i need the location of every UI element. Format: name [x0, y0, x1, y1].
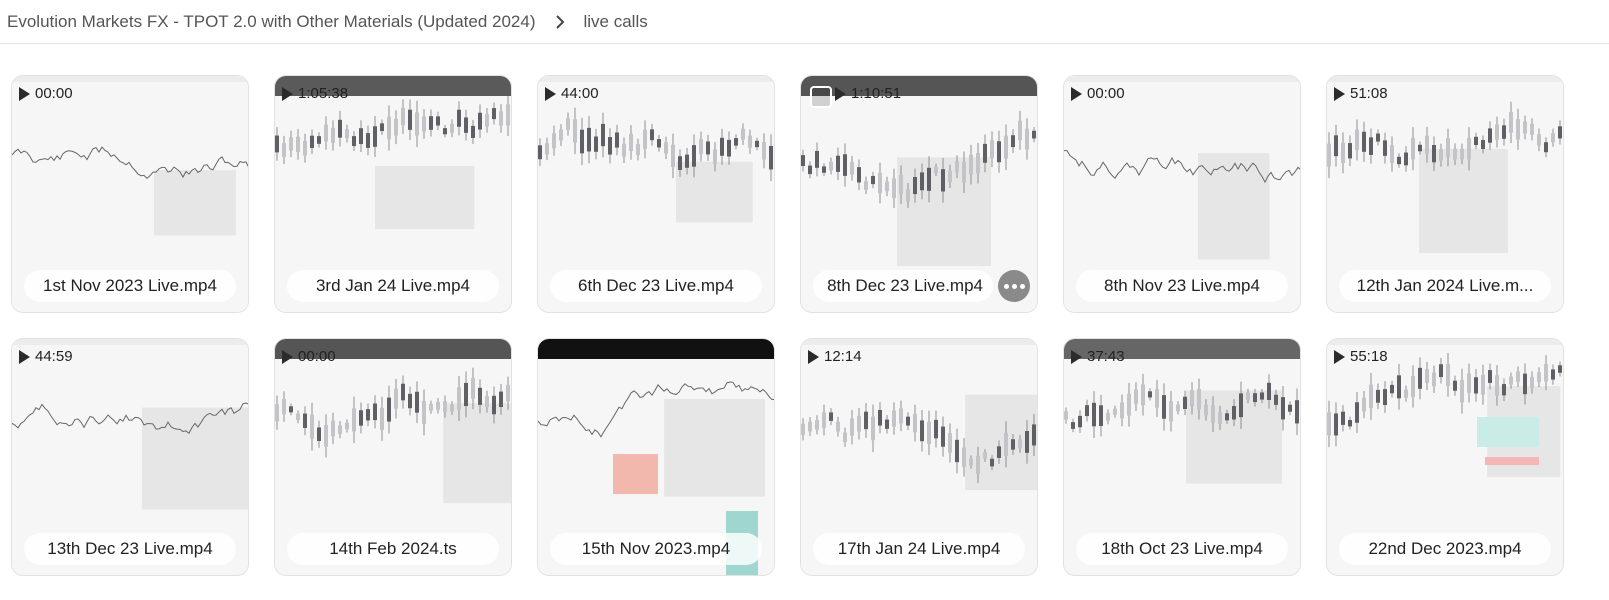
breadcrumb-parent-link[interactable]: Evolution Markets FX - TPOT 2.0 with Oth… [7, 12, 535, 32]
more-dot-icon [1011, 283, 1017, 289]
video-title-text: 8th Nov 23 Live.mp4 [1104, 276, 1260, 295]
video-tile[interactable]: 15th Nov 2023.mp4 [537, 338, 775, 576]
video-title-text: 18th Oct 23 Live.mp4 [1101, 539, 1263, 558]
video-tile[interactable]: 1:05:38 3rd Jan 24 Live.mp4 [274, 75, 512, 313]
video-duration: 1:10:51 [835, 85, 901, 102]
play-icon [545, 86, 556, 101]
breadcrumb: Evolution Markets FX - TPOT 2.0 with Oth… [0, 0, 1609, 44]
video-duration: 00:00 [282, 348, 336, 365]
duration-text: 51:08 [1350, 85, 1388, 102]
duration-text: 00:00 [35, 85, 73, 102]
more-dot-icon [1003, 283, 1009, 289]
video-title: 14th Feb 2024.ts [287, 533, 499, 565]
duration-text: 1:10:51 [851, 85, 902, 102]
video-title: 18th Oct 23 Live.mp4 [1076, 533, 1288, 565]
video-title-text: 15th Nov 2023.mp4 [581, 539, 731, 558]
video-tile[interactable]: 00:00 1st Nov 2023 Live.mp4 [11, 75, 249, 313]
duration-text: 37:43 [1087, 348, 1125, 365]
video-title: 6th Dec 23 Live.mp4 [550, 270, 762, 302]
play-icon [282, 86, 293, 101]
duration-text: 55:18 [1350, 348, 1388, 365]
video-title: 17th Jan 24 Live.mp4 [813, 533, 1025, 565]
play-icon [19, 86, 30, 101]
play-icon [1334, 349, 1345, 364]
video-title-text: 13th Dec 23 Live.mp4 [47, 539, 213, 558]
duration-text: 00:00 [298, 348, 336, 365]
video-title: 13th Dec 23 Live.mp4 [24, 533, 236, 565]
select-checkbox[interactable] [810, 86, 832, 108]
video-title-text: 1st Nov 2023 Live.mp4 [43, 276, 217, 295]
video-duration: 12:14 [808, 348, 862, 365]
duration-text: 44:59 [35, 348, 73, 365]
video-title-text: 22nd Dec 2023.mp4 [1368, 539, 1522, 558]
thumbnail-top-bar [538, 339, 774, 359]
video-title-text: 14th Feb 2024.ts [329, 539, 457, 558]
video-tile[interactable]: 51:08 12th Jan 2024 Live.m... [1326, 75, 1564, 313]
play-icon [1334, 86, 1345, 101]
video-tile[interactable]: 55:18 22nd Dec 2023.mp4 [1326, 338, 1564, 576]
more-options-button[interactable] [998, 270, 1030, 302]
more-dot-icon [1019, 283, 1025, 289]
video-title-text: 17th Jan 24 Live.mp4 [837, 539, 1001, 558]
video-tile[interactable]: 44:59 13th Dec 23 Live.mp4 [11, 338, 249, 576]
video-tile[interactable]: 37:43 18th Oct 23 Live.mp4 [1063, 338, 1301, 576]
video-title: 15th Nov 2023.mp4 [550, 533, 762, 565]
video-tile[interactable]: 00:00 14th Feb 2024.ts [274, 338, 512, 576]
video-duration: 00:00 [1071, 85, 1125, 102]
video-tile[interactable]: 1:10:51 8th Dec 23 Live.mp4 [800, 75, 1038, 313]
video-tile[interactable]: 12:14 17th Jan 24 Live.mp4 [800, 338, 1038, 576]
play-icon [1071, 349, 1082, 364]
play-icon [19, 349, 30, 364]
video-title-text: 12th Jan 2024 Live.m... [1356, 276, 1534, 295]
play-icon [808, 349, 819, 364]
breadcrumb-current: live calls [583, 11, 648, 31]
duration-text: 44:00 [561, 85, 599, 102]
video-duration: 00:00 [19, 85, 73, 102]
video-duration: 1:05:38 [282, 85, 348, 102]
video-title-text: 3rd Jan 24 Live.mp4 [315, 276, 471, 295]
video-tile[interactable]: 44:00 6th Dec 23 Live.mp4 [537, 75, 775, 313]
video-title: 3rd Jan 24 Live.mp4 [287, 270, 499, 302]
video-duration: 44:00 [545, 85, 599, 102]
video-duration: 37:43 [1071, 348, 1125, 365]
duration-text: 00:00 [1087, 85, 1125, 102]
duration-text: 1:05:38 [298, 85, 349, 102]
video-title: 8th Dec 23 Live.mp4 [813, 270, 993, 302]
video-duration: 44:59 [19, 348, 73, 365]
play-icon [282, 349, 293, 364]
video-title: 1st Nov 2023 Live.mp4 [24, 270, 236, 302]
video-title: 8th Nov 23 Live.mp4 [1076, 270, 1288, 302]
video-title-text: 8th Dec 23 Live.mp4 [827, 276, 983, 295]
video-title: 22nd Dec 2023.mp4 [1339, 533, 1551, 565]
video-title: 12th Jan 2024 Live.m... [1339, 270, 1551, 302]
video-tile[interactable]: 00:00 8th Nov 23 Live.mp4 [1063, 75, 1301, 313]
video-duration: 55:18 [1334, 348, 1388, 365]
play-icon [835, 86, 846, 101]
video-title-text: 6th Dec 23 Live.mp4 [578, 276, 734, 295]
play-icon [1071, 86, 1082, 101]
duration-text: 12:14 [824, 348, 862, 365]
video-duration: 51:08 [1334, 85, 1388, 102]
chevron-right-icon [555, 14, 565, 29]
